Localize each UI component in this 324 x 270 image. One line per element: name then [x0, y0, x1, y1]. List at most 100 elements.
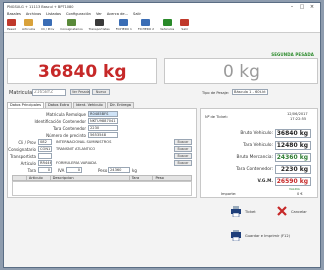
buscar-consignatario-button[interactable]: Buscar	[174, 146, 192, 152]
tipo-pesaje-select[interactable]: Báscula 1 - 60t.kt	[232, 89, 268, 95]
matricula-remolque-field[interactable]: R0485BFS	[88, 111, 118, 117]
toolbar-label: Articulos	[22, 27, 36, 31]
vgm-status: VALIDA	[289, 187, 300, 191]
toolbar-label: Transportistas	[88, 27, 110, 31]
ticket-button-label: Ticket	[245, 209, 256, 214]
tipo-pesaje-label: Tipo de Pesaje:	[202, 91, 230, 95]
toolbar-button-transportistas[interactable]: Transportistas	[89, 19, 110, 31]
scale-icon	[7, 19, 16, 26]
toolbar-button-fichero1[interactable]: FICHERO 1	[116, 19, 132, 31]
menu-configuracion[interactable]: Configuración	[66, 12, 91, 16]
importe-value: 0 €	[297, 192, 303, 196]
toolbar-button-consignatarios[interactable]: Consignatarios	[60, 19, 83, 31]
buscar-cli-button[interactable]: Buscar	[174, 139, 192, 145]
menu-ver[interactable]: Ver	[96, 12, 102, 16]
toolbar-button-pesad[interactable]: Pesad	[7, 19, 16, 31]
tara-field[interactable]: 0	[38, 167, 52, 173]
lines-grid-body[interactable]	[12, 181, 192, 196]
vgm-label: V.G.M.	[257, 179, 273, 184]
importe-label: Importe:	[221, 192, 237, 196]
toolbar-button-fichero2[interactable]: FICHERO 2	[138, 19, 154, 31]
articulo-label: Articulo	[20, 161, 36, 166]
save-print-button[interactable]: Guardar e Imprimir (F12)	[230, 230, 290, 241]
main-weight-panel: 36840 kg	[7, 58, 157, 84]
second-weight-panel: 0 kg	[164, 58, 318, 84]
articulo-code-field[interactable]: RR446	[38, 160, 52, 166]
bruto-vehiculo-value: 36840 kg	[275, 129, 311, 138]
tara-vehiculo-value: 12480 kg	[275, 141, 311, 150]
minimize-icon[interactable]: –	[287, 4, 297, 10]
tara-contenedor-label: Tara Contenedor	[52, 126, 86, 131]
toolbar-label: Pesad	[7, 27, 16, 31]
printer-icon	[231, 206, 241, 217]
menu-archivos[interactable]: Archivos	[26, 12, 41, 16]
box-icon	[24, 19, 34, 26]
ticket-time: 17:22:55	[290, 117, 307, 121]
window-title: PNGSULG + 11113 Bascul + BPT1080	[7, 5, 74, 9]
menu-salir[interactable]: Salir	[133, 12, 141, 16]
tara-label: Tara	[27, 168, 36, 173]
ticket-label: Nº de Ticket:	[205, 115, 229, 119]
main-weight-display: 36840 kg	[38, 62, 127, 82]
save-print-button-label: Guardar e Imprimir (F12)	[245, 233, 291, 238]
peso-label: Peso	[98, 168, 108, 173]
articulo-name: FORMULERÍA VARIADA	[54, 160, 146, 166]
tara-contenedor-total-value: 2230 kg	[275, 165, 311, 174]
matricula-remolque-label: Matricula Remolque	[46, 112, 86, 117]
title-bar: PNGSULG + 11113 Bascul + BPT1080 – □ ×	[4, 3, 320, 11]
cancel-button[interactable]: Cancelar	[276, 206, 307, 217]
menu-basales[interactable]: Basales	[7, 12, 21, 16]
maximize-icon[interactable]: □	[297, 4, 307, 10]
precinto-label: Número de precinto	[46, 133, 86, 138]
toolbar-button-salir[interactable]: Salir	[180, 19, 190, 31]
truck2-icon	[162, 19, 172, 26]
status-label: SEGUNDA PESADA	[271, 52, 314, 57]
grid-col-blank	[13, 176, 27, 180]
second-weight-display: 0 kg	[223, 62, 260, 82]
tara-contenedor-total-label: Tara Contenedor:	[236, 167, 273, 172]
toolbar-button-vehiculos[interactable]: Vehiculos	[160, 19, 174, 31]
users-icon	[43, 19, 53, 26]
iva-field[interactable]: 0	[66, 167, 82, 173]
nueva-button[interactable]: Nueva	[92, 89, 110, 95]
matricula-field[interactable]: 2165BYZ	[32, 89, 66, 96]
tara-contenedor-field[interactable]: 2230	[88, 125, 118, 131]
bruto-mercancia-value: 24360 kg	[275, 153, 311, 162]
transportista-code-field[interactable]	[38, 153, 52, 159]
cli-prov-name: INTERNACIONAL SUMINISTROS	[54, 139, 146, 145]
toolbar-label: Cli / Prov	[41, 27, 55, 31]
app-window: PNGSULG + 11113 Bascul + BPT1080 – □ × B…	[3, 2, 321, 268]
form-panel: Matricula Remolque R0485BFS Identificaci…	[7, 108, 197, 198]
toolbar-label: FICHERO 1	[115, 27, 132, 31]
cli-prov-code-field[interactable]: 082	[38, 139, 52, 145]
toolbar-button-articulos[interactable]: Articulos	[22, 19, 35, 31]
peso-field[interactable]: 24360	[108, 167, 130, 173]
toolbar-label: Vehiculos	[160, 27, 175, 31]
ship-icon	[66, 19, 76, 26]
matricula-label: Matricula:	[9, 90, 34, 96]
ident-contenedor-field[interactable]: NKTU9887041	[88, 118, 118, 124]
bruto-vehiculo-label: Bruto Vehiculo:	[240, 131, 273, 136]
grid-col-peso: Peso	[155, 176, 164, 180]
ticket-date: 12/06/2017	[287, 112, 308, 116]
toolbar-button-cliprov[interactable]: Cli / Prov	[41, 19, 54, 31]
ticket-button[interactable]: Ticket	[230, 206, 256, 217]
toolbar-label: FICHERO 2	[137, 27, 155, 31]
menu-acerca[interactable]: Acerca de...	[107, 12, 128, 16]
totals-panel: Nº de Ticket: 12/06/2017 17:22:55 Bruto …	[200, 108, 318, 198]
grid-col-articulo: Articulo	[27, 176, 51, 180]
precinto-field[interactable]: 5653548	[88, 132, 118, 138]
consignatario-label: Consignatario	[8, 147, 36, 152]
folder-icon	[119, 19, 129, 26]
close-icon[interactable]: ×	[307, 4, 317, 10]
save-print-icon	[231, 230, 241, 241]
grid-col-tara: Tara	[130, 176, 154, 180]
folder-icon	[141, 19, 151, 26]
ver-pesada-button[interactable]: Ver Pesada	[70, 89, 90, 95]
menu-listados[interactable]: Listados	[46, 12, 61, 16]
buscar-transportista-button[interactable]: Buscar	[174, 153, 192, 159]
cancel-button-label: Cancelar	[291, 209, 307, 214]
consignatario-code-field[interactable]: CON1	[38, 146, 52, 152]
buscar-articulo-button[interactable]: Buscar	[174, 160, 192, 166]
ident-contenedor-label: Identificación Contenedor	[34, 119, 86, 124]
